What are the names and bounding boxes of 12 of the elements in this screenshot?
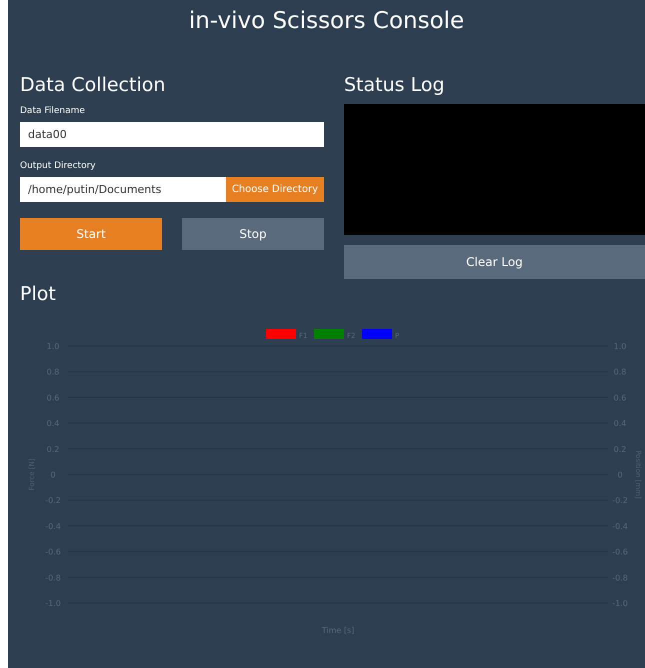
clear-log-button[interactable]: Clear Log bbox=[344, 245, 645, 279]
page-title: in-vivo Scissors Console bbox=[188, 8, 464, 34]
field-label: Output Directory bbox=[20, 161, 96, 171]
field-label: Data Filename bbox=[20, 106, 85, 116]
directory-field[interactable]: /home/putin/Documents bbox=[20, 177, 226, 202]
choose-directory-button[interactable]: Choose Directory bbox=[226, 177, 324, 202]
section-heading: Plot bbox=[20, 283, 56, 305]
section-heading: Status Log bbox=[344, 74, 445, 96]
filename-field[interactable]: data00 bbox=[20, 122, 324, 147]
start-button[interactable]: Start bbox=[20, 218, 162, 250]
stop-button[interactable]: Stop bbox=[182, 218, 324, 250]
section-heading: Data Collection bbox=[20, 74, 166, 96]
